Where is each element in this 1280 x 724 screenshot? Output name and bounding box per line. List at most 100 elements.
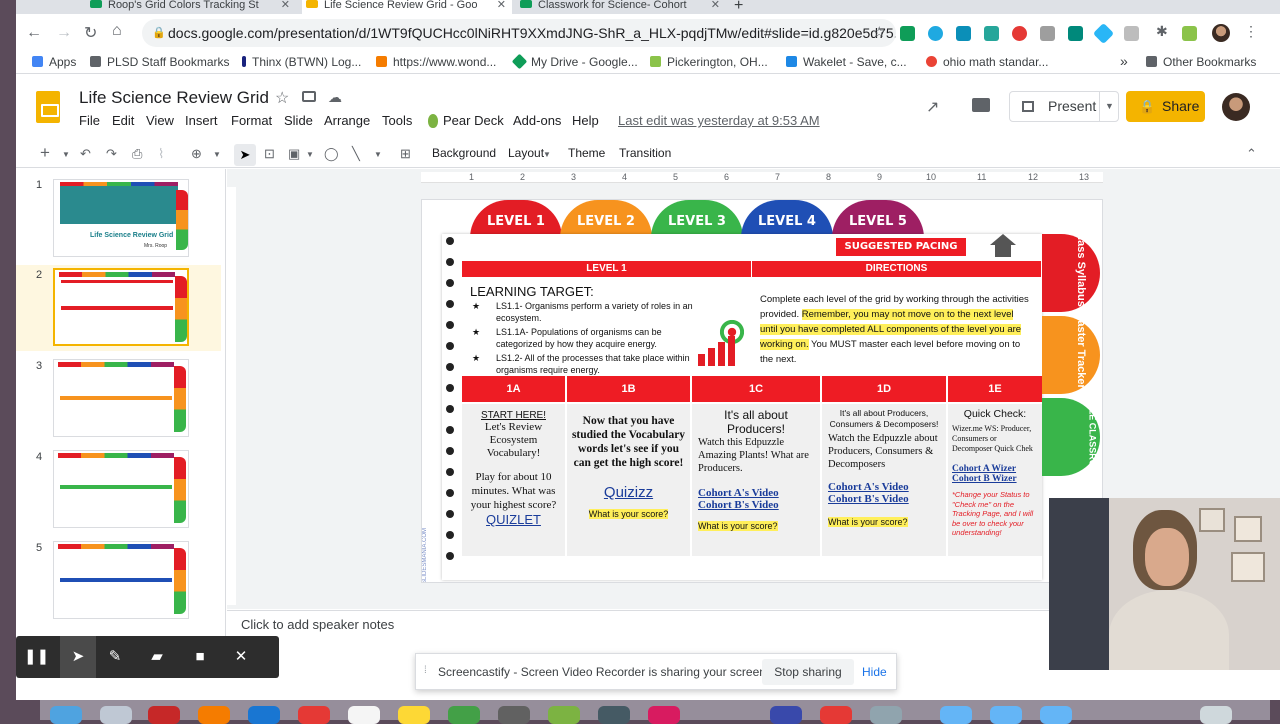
text-box-icon[interactable]: ⊡ (264, 146, 275, 162)
app-icon[interactable] (870, 706, 902, 724)
slides-logo-icon[interactable] (36, 91, 60, 123)
chevron-down-icon[interactable]: ▼ (374, 150, 382, 159)
redo-icon[interactable]: ↷ (106, 146, 117, 162)
slide-thumbnail-2[interactable] (53, 268, 189, 346)
more-bookmarks-chevron[interactable]: » (1120, 53, 1128, 69)
menu-insert[interactable]: Insert (185, 113, 218, 128)
menu-help[interactable]: Help (572, 113, 599, 128)
google-classroom-tab[interactable]: GOOGLE CLASSROOM (1042, 381, 1100, 481)
quizizz-link[interactable]: Quizizz (567, 484, 690, 501)
menu-pear-deck[interactable]: Pear Deck (443, 113, 504, 128)
activity-trend-icon[interactable]: ↗ (926, 97, 939, 117)
image-icon[interactable]: ▣ (288, 146, 300, 162)
back-icon[interactable]: ← (26, 24, 42, 42)
cohort-a-wizer-link[interactable]: Cohort A Wizer (952, 464, 1038, 474)
paint-format-icon[interactable]: ⌇ (158, 146, 164, 162)
extension-icon[interactable] (1012, 26, 1027, 41)
slide-thumbnail-4[interactable] (53, 450, 189, 528)
camera-icon[interactable]: ■ (189, 646, 211, 668)
class-syllabus-tab[interactable]: Class Syllabus (1042, 229, 1100, 312)
cohort-a-video-link[interactable]: Cohort A's Video (828, 481, 940, 493)
home-icon[interactable]: ⌂ (112, 22, 122, 40)
bookmark-thinx[interactable]: Thinx (BTWN) Log... (242, 55, 361, 69)
bookmark-wakelet[interactable]: Wakelet - Save, c... (786, 55, 907, 69)
move-folder-icon[interactable] (302, 91, 316, 102)
app-icon[interactable] (598, 706, 630, 724)
bookmark-plsd[interactable]: PLSD Staff Bookmarks (90, 55, 230, 69)
select-cursor-icon[interactable]: ➤ (234, 144, 256, 166)
folder-icon[interactable] (1040, 706, 1072, 724)
bookmark-drive[interactable]: My Drive - Google... (511, 53, 638, 70)
zoom-icon[interactable]: ⊕ (191, 146, 202, 162)
close-icon[interactable]: ✕ (497, 0, 506, 11)
pause-icon[interactable]: ❚❚ (24, 646, 49, 668)
theme-button[interactable]: Theme (568, 146, 605, 160)
background-button[interactable]: Background (432, 146, 496, 160)
calendar-icon[interactable] (348, 706, 380, 724)
home-icon[interactable] (990, 234, 1016, 245)
cursor-icon[interactable]: ➤ (67, 646, 89, 668)
line-icon[interactable]: ╲ (352, 146, 360, 162)
present-dropdown[interactable]: ▼ (1099, 91, 1119, 122)
slide-thumbnail-5[interactable] (53, 541, 189, 619)
undo-icon[interactable]: ↶ (80, 146, 91, 162)
extension-icon[interactable] (1182, 26, 1197, 41)
highlighter-icon[interactable]: ▰ (146, 646, 168, 668)
puzzle-icon[interactable]: ✱ (1156, 23, 1168, 40)
profile-avatar[interactable] (1212, 24, 1230, 42)
extension-icon[interactable] (928, 26, 943, 41)
mail-icon[interactable] (248, 706, 280, 724)
layout-button[interactable]: Layout (508, 146, 544, 160)
share-button[interactable]: 🔒 Share (1126, 91, 1205, 122)
music-icon[interactable] (820, 706, 852, 724)
collapse-chevron-icon[interactable]: ⌃ (1246, 146, 1257, 162)
new-slide-icon[interactable]: + (40, 143, 50, 163)
bookmark-apps[interactable]: Apps (32, 55, 76, 69)
finder-icon[interactable] (50, 706, 82, 724)
url-field[interactable]: 🔒 docs.google.com/presentation/d/1WT9fQU… (142, 19, 896, 47)
close-icon[interactable]: ✕ (281, 0, 290, 11)
drag-handle-icon[interactable]: ⁞ (424, 665, 427, 676)
tab-classwork[interactable]: Classwork for Science- Cohort ✕ (516, 0, 726, 14)
level-2-tab[interactable]: LEVEL 2 (560, 200, 652, 238)
last-edit-link[interactable]: Last edit was yesterday at 9:53 AM (618, 113, 820, 128)
tab-roop-grid[interactable]: Roop's Grid Colors Tracking St ✕ (86, 0, 296, 14)
extension-icon[interactable] (1040, 26, 1055, 41)
vertical-ruler[interactable] (227, 187, 236, 605)
cohort-b-video-link[interactable]: Cohort B's Video (828, 493, 940, 505)
folder-icon[interactable] (990, 706, 1022, 724)
extension-icon[interactable] (1124, 26, 1139, 41)
print-icon[interactable]: ⎙ (132, 146, 142, 162)
trash-icon[interactable] (1200, 706, 1232, 724)
app-icon[interactable] (648, 706, 680, 724)
comments-icon[interactable] (972, 98, 990, 112)
cohort-b-wizer-link[interactable]: Cohort B Wizer (952, 474, 1038, 484)
menu-file[interactable]: File (79, 113, 100, 128)
menu-edit[interactable]: Edit (112, 113, 134, 128)
slide[interactable]: LEVEL 1 LEVEL 2 LEVEL 3 LEVEL 4 LEVEL 5 … (421, 199, 1103, 583)
notes-icon[interactable] (398, 706, 430, 724)
bookmark-ohio-math[interactable]: ohio math standar... (926, 55, 1048, 69)
bookmark-other[interactable]: Other Bookmarks (1146, 55, 1256, 69)
menu-add-ons[interactable]: Add-ons (513, 113, 561, 128)
star-icon[interactable]: ☆ (275, 88, 289, 108)
chrome-icon[interactable] (148, 706, 180, 724)
chevron-down-icon[interactable]: ▼ (306, 150, 314, 159)
menu-arrange[interactable]: Arrange (324, 113, 370, 128)
extension-icon[interactable] (956, 26, 971, 41)
bookmark-pickerington[interactable]: Pickerington, OH... (650, 55, 768, 69)
app-icon[interactable] (498, 706, 530, 724)
level-1-tab[interactable]: LEVEL 1 (470, 200, 562, 238)
stop-sharing-button[interactable]: Stop sharing (762, 659, 854, 685)
cohort-b-video-link[interactable]: Cohort B's Video (698, 499, 814, 511)
shape-icon[interactable]: ◯ (324, 146, 339, 162)
launchpad-icon[interactable] (100, 706, 132, 724)
folder-icon[interactable] (940, 706, 972, 724)
new-tab-icon[interactable]: + (734, 0, 743, 15)
document-title[interactable]: Life Science Review Grid (79, 88, 269, 108)
app-icon[interactable] (770, 706, 802, 724)
extension-icon[interactable] (984, 26, 999, 41)
slide-thumbnail-1[interactable]: Life Science Review Grid Mrs. Roop (53, 179, 189, 257)
quizlet-link[interactable]: QUIZLET (462, 512, 565, 527)
firefox-icon[interactable] (198, 706, 230, 724)
